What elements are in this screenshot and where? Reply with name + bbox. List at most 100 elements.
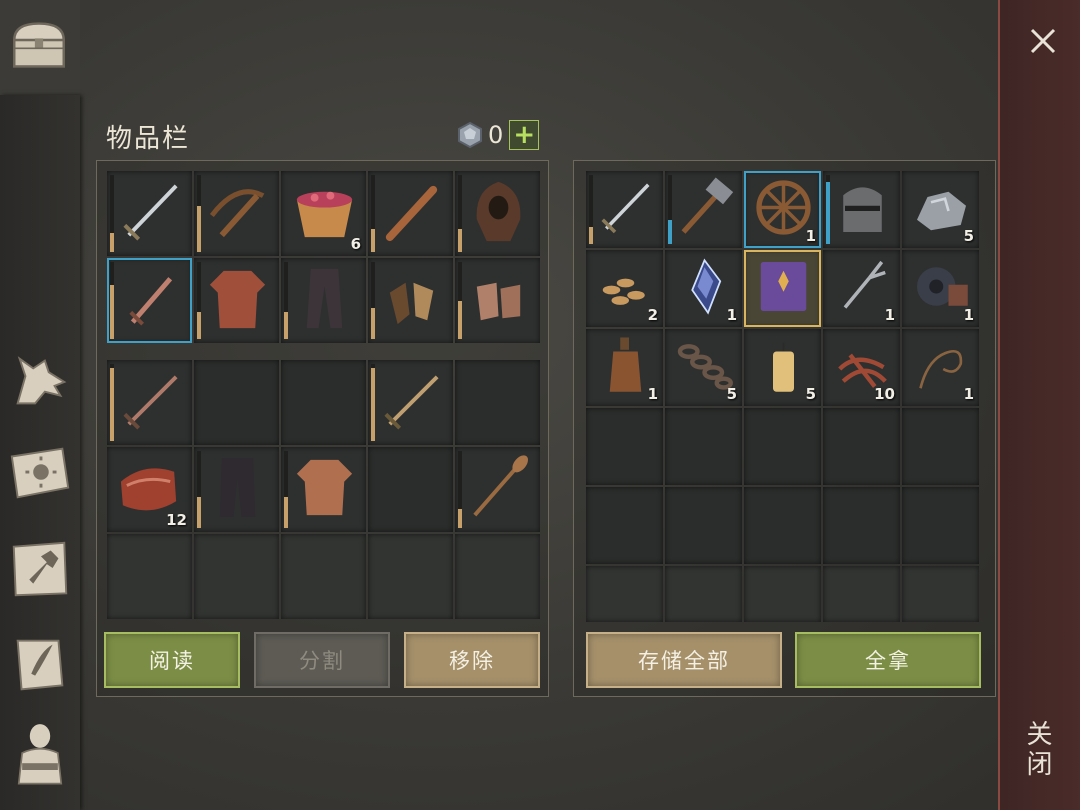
knight-helmet-icon — [843, 187, 882, 232]
empty-slot[interactable] — [665, 566, 742, 622]
longsword-icon — [601, 183, 650, 234]
remove-button[interactable]: 移除 — [404, 632, 540, 688]
sun-map-icon[interactable] — [6, 439, 74, 507]
take-all-button[interactable]: 全拿 — [795, 632, 981, 688]
item-slot[interactable]: 1 — [823, 250, 900, 327]
empty-slot[interactable] — [455, 360, 540, 445]
item-slot[interactable] — [455, 171, 540, 256]
crossbow-icon — [209, 189, 265, 238]
berry-bowl-icon — [296, 191, 353, 238]
durability-bar — [197, 262, 201, 339]
item-slot[interactable] — [194, 258, 279, 343]
item-quantity: 10 — [874, 385, 895, 403]
empty-slot[interactable] — [586, 566, 663, 622]
item-slot[interactable] — [194, 447, 279, 532]
read-button[interactable]: 阅读 — [104, 632, 240, 688]
item-slot[interactable] — [665, 171, 742, 248]
character-icon[interactable] — [6, 719, 74, 787]
item-slot[interactable] — [455, 258, 540, 343]
club-icon — [385, 185, 438, 242]
empty-slot[interactable] — [368, 534, 453, 619]
item-slot[interactable] — [823, 171, 900, 248]
wolf-icon[interactable] — [6, 347, 74, 415]
item-slot[interactable] — [107, 258, 192, 343]
chest-icon — [13, 22, 65, 68]
item-slot[interactable]: 1 — [744, 171, 821, 248]
item-slot[interactable]: 5 — [665, 329, 742, 406]
durability-bar — [826, 175, 830, 244]
durability-bar — [371, 364, 375, 441]
empty-slot[interactable] — [744, 487, 821, 564]
durability-bar — [458, 451, 462, 528]
item-slot[interactable] — [194, 171, 279, 256]
empty-slot[interactable] — [194, 360, 279, 445]
storage-grid: 1 5 2 1 1 1 1 5 5 10 1 — [586, 171, 979, 622]
spellbook-icon — [760, 262, 807, 311]
item-slot[interactable]: 6 — [281, 171, 366, 256]
empty-slot[interactable] — [586, 408, 663, 485]
empty-slot[interactable] — [902, 487, 979, 564]
empty-slot[interactable] — [665, 487, 742, 564]
item-slot[interactable] — [281, 447, 366, 532]
split-button[interactable]: 分割 — [254, 632, 390, 688]
leather-gloves-icon — [389, 282, 434, 325]
close-icon[interactable] — [1028, 26, 1058, 56]
durability-bar — [197, 451, 201, 528]
close-label[interactable]: 关闭 — [1022, 720, 1056, 780]
item-slot[interactable] — [107, 360, 192, 445]
item-slot[interactable]: 1 — [665, 250, 742, 327]
empty-slot[interactable] — [107, 534, 192, 619]
item-slot[interactable]: 2 — [586, 250, 663, 327]
empty-slot[interactable] — [194, 534, 279, 619]
empty-slot[interactable] — [823, 408, 900, 485]
chain-gloves-icon — [476, 282, 521, 321]
durability-bar — [458, 262, 462, 339]
crafting-hammer-icon[interactable] — [6, 535, 74, 603]
item-quantity: 5 — [963, 227, 974, 245]
store-all-button[interactable]: 存储全部 — [586, 632, 782, 688]
copper-sword-icon — [123, 375, 178, 430]
empty-slot[interactable] — [902, 566, 979, 622]
durability-bar — [110, 364, 114, 441]
empty-slot[interactable] — [455, 534, 540, 619]
item-slot[interactable]: 12 — [107, 447, 192, 532]
durability-bar — [589, 175, 593, 244]
empty-slot[interactable] — [665, 408, 742, 485]
item-slot[interactable]: 5 — [744, 329, 821, 406]
empty-slot[interactable] — [281, 360, 366, 445]
longsword-icon — [123, 184, 178, 241]
dagger-icon — [129, 277, 173, 326]
item-slot[interactable] — [107, 171, 192, 256]
quest-scroll-icon[interactable] — [6, 631, 74, 699]
currency-count: 0 — [488, 121, 504, 149]
item-slot[interactable]: 5 — [902, 171, 979, 248]
close-panel[interactable]: 关闭 — [998, 0, 1080, 810]
empty-slot[interactable] — [586, 487, 663, 564]
item-slot[interactable] — [368, 258, 453, 343]
empty-slot[interactable] — [902, 408, 979, 485]
item-slot[interactable]: 1 — [586, 329, 663, 406]
empty-slot[interactable] — [281, 534, 366, 619]
item-slot[interactable]: 1 — [902, 329, 979, 406]
item-slot[interactable]: 1 — [902, 250, 979, 327]
inventory-tab[interactable] — [0, 0, 80, 95]
storage-panel: 1 5 2 1 1 1 1 5 5 10 1 — [573, 160, 996, 697]
durability-bar — [458, 175, 462, 252]
empty-slot[interactable] — [744, 408, 821, 485]
empty-slot[interactable] — [744, 566, 821, 622]
item-slot[interactable] — [744, 250, 821, 327]
add-currency-button[interactable]: + — [509, 120, 540, 150]
item-slot[interactable] — [455, 447, 540, 532]
durability-bar — [110, 262, 114, 339]
empty-slot[interactable] — [368, 447, 453, 532]
item-quantity: 5 — [726, 385, 737, 403]
item-slot[interactable] — [281, 258, 366, 343]
padded-tunic-icon — [296, 459, 353, 516]
item-slot[interactable] — [368, 360, 453, 445]
item-slot[interactable] — [368, 171, 453, 256]
item-slot[interactable] — [586, 171, 663, 248]
empty-slot[interactable] — [823, 487, 900, 564]
backpack-grid: 12 — [107, 360, 540, 619]
empty-slot[interactable] — [823, 566, 900, 622]
item-slot[interactable]: 10 — [823, 329, 900, 406]
